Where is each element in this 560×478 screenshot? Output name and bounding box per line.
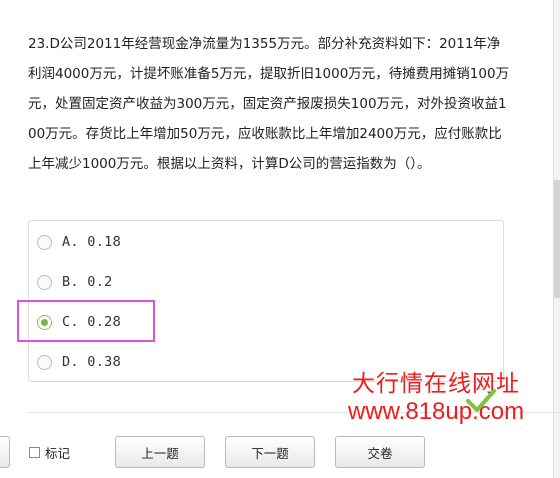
scrollbar-thumb[interactable] bbox=[554, 180, 560, 298]
mark-toggle[interactable]: 标记 bbox=[29, 444, 71, 461]
check-mark-icon bbox=[466, 389, 496, 412]
prev-question-button[interactable]: 上一题 bbox=[115, 436, 205, 468]
watermark-url: www.818up.com bbox=[348, 398, 525, 425]
option-d-label: D. 0.38 bbox=[62, 354, 121, 370]
option-b-radio[interactable] bbox=[37, 274, 52, 290]
question-text: 23.D公司2011年经营现金净流量为1355万元。部分补充资料如下：2011年… bbox=[28, 36, 510, 172]
option-a-radio[interactable] bbox=[37, 234, 52, 250]
answer-highlight-box bbox=[17, 300, 155, 342]
mark-label: 标记 bbox=[45, 445, 71, 461]
mark-checkbox[interactable] bbox=[29, 446, 40, 458]
left-button-stub[interactable] bbox=[0, 436, 10, 468]
option-a[interactable]: A. 0.18 bbox=[37, 227, 337, 257]
submit-button[interactable]: 交卷 bbox=[335, 436, 425, 468]
option-a-label: A. 0.18 bbox=[62, 234, 121, 250]
next-question-button[interactable]: 下一题 bbox=[225, 436, 315, 468]
option-d-radio[interactable] bbox=[37, 354, 52, 370]
bottom-toolbar: 标记 上一题 下一题 交卷 bbox=[0, 436, 560, 472]
option-b[interactable]: B. 0.2 bbox=[37, 267, 337, 297]
option-d[interactable]: D. 0.38 bbox=[37, 347, 337, 377]
option-b-label: B. 0.2 bbox=[62, 274, 113, 290]
